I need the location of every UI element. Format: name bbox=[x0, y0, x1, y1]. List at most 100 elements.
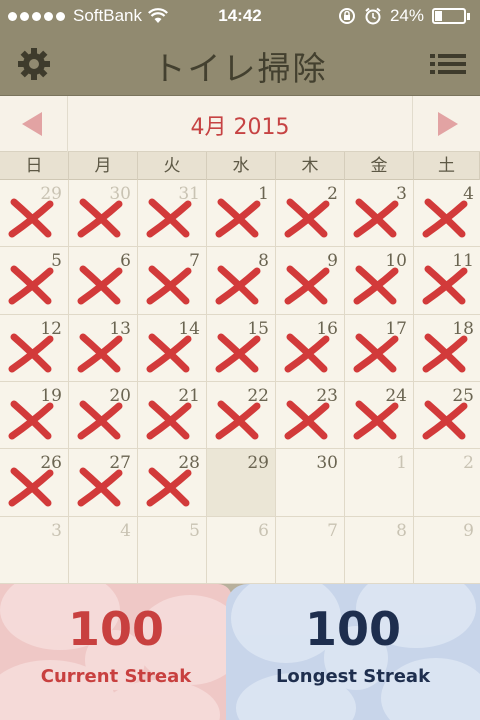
calendar-day[interactable]: 19 bbox=[0, 381, 69, 450]
cross-mark-icon bbox=[146, 400, 192, 440]
calendar-day[interactable]: 16 bbox=[276, 314, 345, 382]
cross-mark-icon bbox=[146, 333, 192, 373]
cross-mark-icon bbox=[8, 467, 54, 507]
cross-mark-icon bbox=[8, 265, 54, 305]
calendar-day[interactable]: 6 bbox=[207, 516, 276, 584]
battery-percent: 24% bbox=[389, 6, 424, 25]
cross-mark-icon bbox=[353, 265, 399, 305]
calendar-day[interactable]: 24 bbox=[345, 381, 414, 450]
weekday-header: 日 月 火 水 木 金 土 bbox=[0, 152, 480, 180]
calendar-day[interactable]: 17 bbox=[345, 314, 414, 382]
weekday-thu: 木 bbox=[276, 152, 345, 180]
longest-streak-label: Longest Streak bbox=[275, 666, 431, 687]
calendar-day[interactable]: 14 bbox=[138, 314, 207, 382]
calendar-day[interactable]: 23 bbox=[276, 381, 345, 450]
calendar-day-today[interactable]: 29 bbox=[207, 449, 276, 517]
calendar-day[interactable]: 7 bbox=[138, 247, 207, 315]
cross-mark-icon bbox=[284, 333, 330, 373]
calendar-day[interactable]: 1 bbox=[207, 180, 276, 248]
calendar-day[interactable]: 18 bbox=[414, 315, 480, 382]
calendar-day[interactable]: 8 bbox=[345, 516, 414, 584]
cross-mark-icon bbox=[422, 400, 468, 440]
next-month-button[interactable] bbox=[412, 96, 480, 152]
day-number: 2 bbox=[463, 453, 474, 474]
calendar-day[interactable]: 15 bbox=[207, 314, 276, 382]
calendar-day[interactable]: 21 bbox=[138, 381, 207, 450]
calendar-day[interactable]: 2 bbox=[414, 449, 480, 517]
navigation-bar: トイレ掃除 bbox=[0, 32, 480, 96]
cross-mark-icon bbox=[8, 198, 54, 238]
calendar-day[interactable]: 7 bbox=[276, 516, 345, 584]
calendar-day[interactable]: 25 bbox=[414, 382, 480, 450]
month-label: 4月 2015 bbox=[190, 115, 290, 140]
day-number: 4 bbox=[120, 520, 131, 541]
calendar-day[interactable]: 8 bbox=[207, 247, 276, 315]
calendar-day[interactable]: 26 bbox=[0, 449, 69, 517]
cross-mark-icon bbox=[353, 198, 399, 238]
battery-icon bbox=[432, 8, 470, 24]
calendar-day[interactable]: 9 bbox=[276, 247, 345, 315]
day-number: 9 bbox=[463, 520, 474, 541]
calendar-day[interactable]: 4 bbox=[69, 516, 138, 584]
cross-mark-icon bbox=[77, 333, 123, 373]
calendar-day[interactable]: 30 bbox=[69, 180, 138, 248]
cross-mark-icon bbox=[77, 467, 123, 507]
calendar-day[interactable]: 5 bbox=[0, 247, 69, 315]
cross-mark-icon bbox=[353, 400, 399, 440]
calendar-day[interactable]: 10 bbox=[345, 247, 414, 315]
month-header: 4月 2015 bbox=[0, 96, 480, 152]
streak-footer: 100 Current Streak 100 Longest Streak bbox=[0, 584, 480, 720]
menu-icon[interactable] bbox=[430, 52, 466, 76]
cross-mark-icon bbox=[422, 333, 468, 373]
day-number: 30 bbox=[316, 453, 338, 474]
weekday-wed: 水 bbox=[207, 152, 276, 180]
cross-mark-icon bbox=[8, 333, 54, 373]
calendar-day[interactable]: 4 bbox=[414, 180, 480, 248]
cross-mark-icon bbox=[77, 400, 123, 440]
cross-mark-icon bbox=[77, 265, 123, 305]
cross-mark-icon bbox=[284, 198, 330, 238]
cross-mark-icon bbox=[353, 333, 399, 373]
calendar-day[interactable]: 28 bbox=[138, 449, 207, 517]
current-streak-panel: 100 Current Streak bbox=[0, 584, 232, 720]
alarm-icon bbox=[365, 7, 381, 25]
day-number: 29 bbox=[247, 453, 269, 474]
day-number: 5 bbox=[189, 520, 200, 541]
weekday-mon: 月 bbox=[69, 152, 138, 180]
cross-mark-icon bbox=[215, 265, 261, 305]
calendar-day[interactable]: 13 bbox=[69, 314, 138, 382]
cross-mark-icon bbox=[8, 400, 54, 440]
calendar-day[interactable]: 29 bbox=[0, 180, 69, 248]
weekday-sun: 日 bbox=[0, 152, 69, 180]
cross-mark-icon bbox=[146, 198, 192, 238]
calendar-day[interactable]: 6 bbox=[69, 247, 138, 315]
calendar-day[interactable]: 11 bbox=[414, 247, 480, 315]
calendar-day[interactable]: 20 bbox=[69, 381, 138, 450]
calendar-day[interactable]: 3 bbox=[0, 516, 69, 584]
calendar-day[interactable]: 22 bbox=[207, 381, 276, 450]
weekday-sat: 土 bbox=[414, 152, 480, 180]
calendar-day[interactable]: 9 bbox=[414, 517, 480, 584]
cross-mark-icon bbox=[77, 198, 123, 238]
day-number: 6 bbox=[258, 520, 269, 541]
cross-mark-icon bbox=[215, 198, 261, 238]
current-streak-label: Current Streak bbox=[40, 666, 192, 687]
calendar-grid: 29 30 31 1 2 3 4 5 6 7 8 9 10 11 12 13 14 15 16 17 18 19 20 21 2… bbox=[0, 180, 480, 584]
cross-mark-icon bbox=[422, 198, 468, 238]
cross-mark-icon bbox=[146, 467, 192, 507]
calendar-day[interactable]: 1 bbox=[345, 449, 414, 517]
calendar-day[interactable]: 2 bbox=[276, 180, 345, 248]
calendar-day[interactable]: 30 bbox=[276, 449, 345, 517]
cross-mark-icon bbox=[284, 265, 330, 305]
day-number: 8 bbox=[396, 520, 407, 541]
longest-streak-panel: 100 Longest Streak bbox=[226, 584, 480, 720]
rotation-lock-icon bbox=[338, 8, 355, 24]
day-number: 3 bbox=[51, 520, 62, 541]
weekday-tue: 火 bbox=[138, 152, 207, 180]
calendar-day[interactable]: 5 bbox=[138, 516, 207, 584]
calendar-day[interactable]: 27 bbox=[69, 449, 138, 517]
cross-mark-icon bbox=[422, 265, 468, 305]
calendar-day[interactable]: 3 bbox=[345, 180, 414, 248]
calendar-day[interactable]: 12 bbox=[0, 314, 69, 382]
calendar-day[interactable]: 31 bbox=[138, 180, 207, 248]
